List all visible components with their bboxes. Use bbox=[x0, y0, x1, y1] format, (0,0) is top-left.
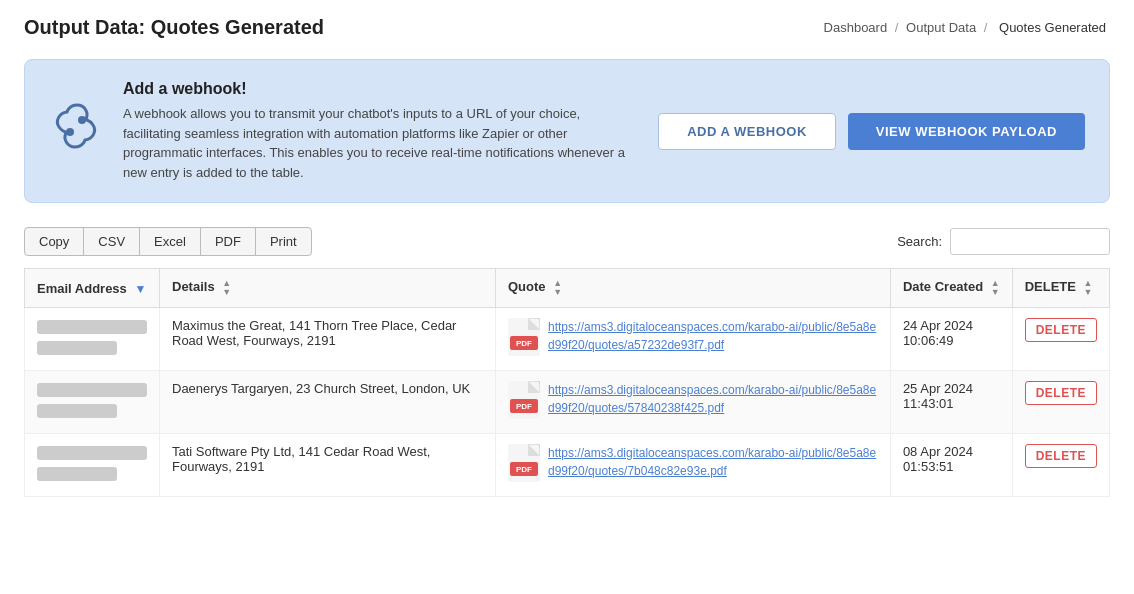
view-webhook-payload-button[interactable]: VIEW WEBHOOK PAYLOAD bbox=[848, 113, 1085, 150]
sort-icons-quote: ▲▼ bbox=[553, 279, 562, 297]
pdf-icon: PDF bbox=[508, 381, 540, 419]
svg-text:PDF: PDF bbox=[516, 465, 532, 474]
email-cell bbox=[25, 434, 160, 497]
email-blur-line1 bbox=[37, 320, 147, 334]
page-header: Output Data: Quotes Generated Dashboard … bbox=[24, 16, 1110, 39]
sort-icons-details: ▲▼ bbox=[222, 279, 231, 297]
svg-text:PDF: PDF bbox=[516, 402, 532, 411]
date-cell: 08 Apr 202401:53:51 bbox=[890, 434, 1012, 497]
table-row: Maximus the Great, 141 Thorn Tree Place,… bbox=[25, 308, 1110, 371]
page-title: Output Data: Quotes Generated bbox=[24, 16, 324, 39]
col-delete[interactable]: DELETE ▲▼ bbox=[1012, 269, 1109, 308]
search-label: Search: bbox=[897, 234, 942, 249]
details-cell: Tati Software Pty Ltd, 141 Cedar Road We… bbox=[160, 434, 496, 497]
pdf-icon: PDF bbox=[508, 318, 540, 356]
table-row: Daenerys Targaryen, 23 Church Street, Lo… bbox=[25, 371, 1110, 434]
quote-link[interactable]: https://ams3.digitaloceanspaces.com/kara… bbox=[548, 381, 878, 417]
webhook-icon bbox=[49, 99, 103, 163]
email-blur-line2 bbox=[37, 467, 117, 481]
data-table: Email Address ▼ Details ▲▼ Quote ▲▼ Date… bbox=[24, 268, 1110, 497]
delete-cell: DELETE bbox=[1012, 308, 1109, 371]
breadcrumb-output-data[interactable]: Output Data bbox=[906, 20, 976, 35]
date-cell: 24 Apr 202410:06:49 bbox=[890, 308, 1012, 371]
delete-cell: DELETE bbox=[1012, 371, 1109, 434]
print-button[interactable]: Print bbox=[255, 227, 312, 256]
webhook-heading: Add a webhook! bbox=[123, 80, 638, 98]
svg-point-1 bbox=[78, 116, 86, 124]
toolbar: Copy CSV Excel PDF Print Search: bbox=[24, 227, 1110, 256]
breadcrumb: Dashboard / Output Data / Quotes Generat… bbox=[824, 20, 1110, 35]
table-header-row: Email Address ▼ Details ▲▼ Quote ▲▼ Date… bbox=[25, 269, 1110, 308]
email-cell bbox=[25, 371, 160, 434]
search-area: Search: bbox=[897, 228, 1110, 255]
delete-cell: DELETE bbox=[1012, 434, 1109, 497]
quote-link[interactable]: https://ams3.digitaloceanspaces.com/kara… bbox=[548, 444, 878, 480]
email-blur-line1 bbox=[37, 383, 147, 397]
svg-text:PDF: PDF bbox=[516, 339, 532, 348]
quote-link[interactable]: https://ams3.digitaloceanspaces.com/kara… bbox=[548, 318, 878, 354]
email-cell bbox=[25, 308, 160, 371]
search-input[interactable] bbox=[950, 228, 1110, 255]
email-blur-line1 bbox=[37, 446, 147, 460]
export-buttons: Copy CSV Excel PDF Print bbox=[24, 227, 311, 256]
breadcrumb-dashboard[interactable]: Dashboard bbox=[824, 20, 888, 35]
email-blur-line2 bbox=[37, 341, 117, 355]
col-details[interactable]: Details ▲▼ bbox=[160, 269, 496, 308]
details-cell: Daenerys Targaryen, 23 Church Street, Lo… bbox=[160, 371, 496, 434]
details-cell: Maximus the Great, 141 Thorn Tree Place,… bbox=[160, 308, 496, 371]
webhook-banner: Add a webhook! A webhook allows you to t… bbox=[24, 59, 1110, 203]
breadcrumb-current: Quotes Generated bbox=[999, 20, 1106, 35]
quote-cell: PDF https://ams3.digitaloceanspaces.com/… bbox=[496, 371, 891, 434]
col-quote[interactable]: Quote ▲▼ bbox=[496, 269, 891, 308]
sort-arrow-down-icon: ▼ bbox=[134, 282, 146, 296]
svg-point-0 bbox=[66, 128, 74, 136]
excel-button[interactable]: Excel bbox=[139, 227, 201, 256]
col-date-created[interactable]: Date Created ▲▼ bbox=[890, 269, 1012, 308]
webhook-text-area: Add a webhook! A webhook allows you to t… bbox=[123, 80, 638, 182]
table-row: Tati Software Pty Ltd, 141 Cedar Road We… bbox=[25, 434, 1110, 497]
pdf-button[interactable]: PDF bbox=[200, 227, 256, 256]
csv-button[interactable]: CSV bbox=[83, 227, 140, 256]
delete-button[interactable]: DELETE bbox=[1025, 318, 1097, 342]
quote-cell: PDF https://ams3.digitaloceanspaces.com/… bbox=[496, 308, 891, 371]
copy-button[interactable]: Copy bbox=[24, 227, 84, 256]
delete-button[interactable]: DELETE bbox=[1025, 444, 1097, 468]
col-email[interactable]: Email Address ▼ bbox=[25, 269, 160, 308]
quote-cell: PDF https://ams3.digitaloceanspaces.com/… bbox=[496, 434, 891, 497]
pdf-icon: PDF bbox=[508, 444, 540, 482]
email-blur-line2 bbox=[37, 404, 117, 418]
sort-icons-date: ▲▼ bbox=[991, 279, 1000, 297]
date-cell: 25 Apr 202411:43:01 bbox=[890, 371, 1012, 434]
add-webhook-button[interactable]: ADD A WEBHOOK bbox=[658, 113, 836, 150]
delete-button[interactable]: DELETE bbox=[1025, 381, 1097, 405]
webhook-description: A webhook allows you to transmit your ch… bbox=[123, 104, 638, 182]
webhook-actions: ADD A WEBHOOK VIEW WEBHOOK PAYLOAD bbox=[658, 113, 1085, 150]
sort-icons-delete: ▲▼ bbox=[1084, 279, 1093, 297]
